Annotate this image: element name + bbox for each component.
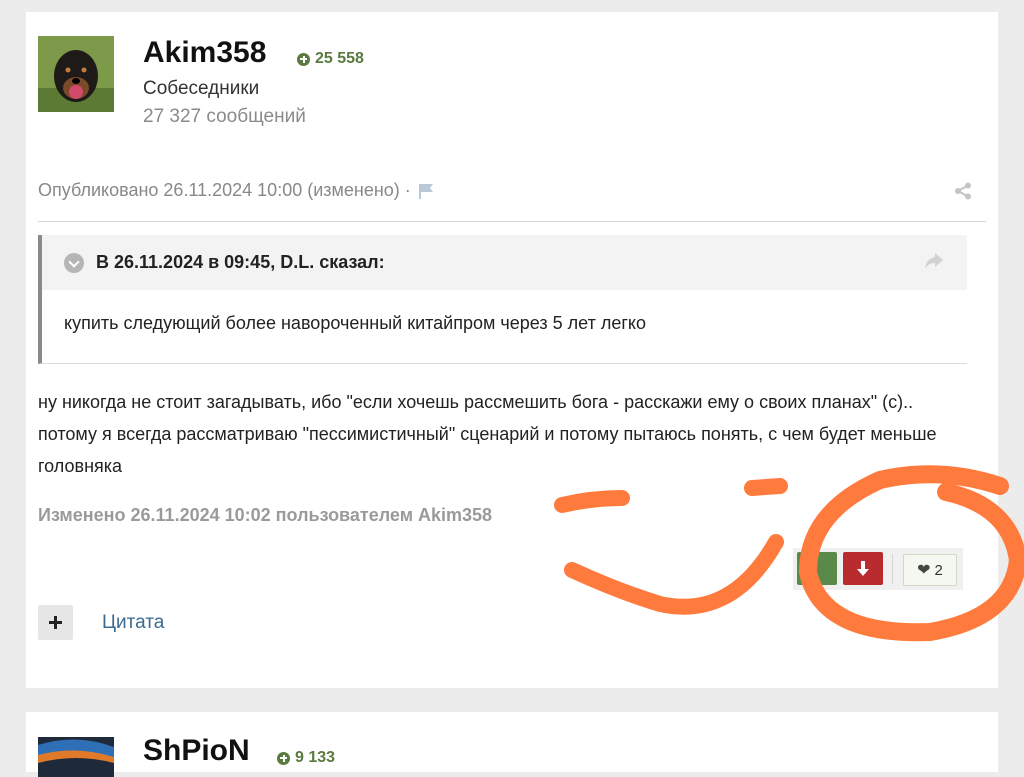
likes-count: 2 [934,561,943,579]
post-body: ну никогда не стоит загадывать, ибо "есл… [38,392,937,476]
heart-icon: ❤ [917,562,931,579]
avatar-image [38,737,114,777]
chevron-down-icon[interactable] [64,252,84,273]
multiquote-button[interactable] [38,605,73,640]
divider [38,221,986,222]
published-date[interactable]: Опубликовано 26.11.2024 10:00 (изменено)… [38,180,411,201]
quote-text: купить следующий более навороченный кита… [64,313,646,333]
share-icon[interactable] [954,182,972,200]
reputation-badge: 25 558 [297,50,364,68]
edited-note: Изменено 26.11.2024 10:02 пользователем … [38,505,493,525]
post-card: ShPioN 9 133 [26,712,998,777]
upvote-button[interactable] [797,552,837,585]
reaction-divider [892,554,893,584]
user-group: Собеседники [143,78,260,99]
avatar[interactable] [38,737,114,777]
post-count: 27 327 сообщений [143,106,306,127]
post-card: Akim358 25 558 Собеседники 27 327 сообще… [26,12,998,688]
reply-arrow-icon[interactable] [923,251,945,271]
post-meta: Опубликовано 26.11.2024 10:00 (изменено)… [38,180,435,201]
quote-link[interactable]: Цитата [102,612,164,634]
reputation-value: 9 133 [295,749,336,766]
plus-circle-icon [297,52,310,66]
quote-author: В 26.11.2024 в 09:45, D.L. сказал: [96,252,385,272]
downvote-button[interactable] [843,552,883,585]
avatar[interactable] [38,36,114,112]
quote-header: В 26.11.2024 в 09:45, D.L. сказал: [42,235,967,290]
avatar-image [38,36,114,112]
reputation-value: 25 558 [315,50,364,67]
reaction-bar: ❤ 2 [793,548,963,590]
quote-block: В 26.11.2024 в 09:45, D.L. сказал: купит… [38,235,967,364]
likes-badge[interactable]: ❤ 2 [903,554,957,586]
username[interactable]: Akim358 [143,36,266,70]
flag-icon[interactable] [417,183,435,199]
reputation-badge: 9 133 [277,749,335,767]
